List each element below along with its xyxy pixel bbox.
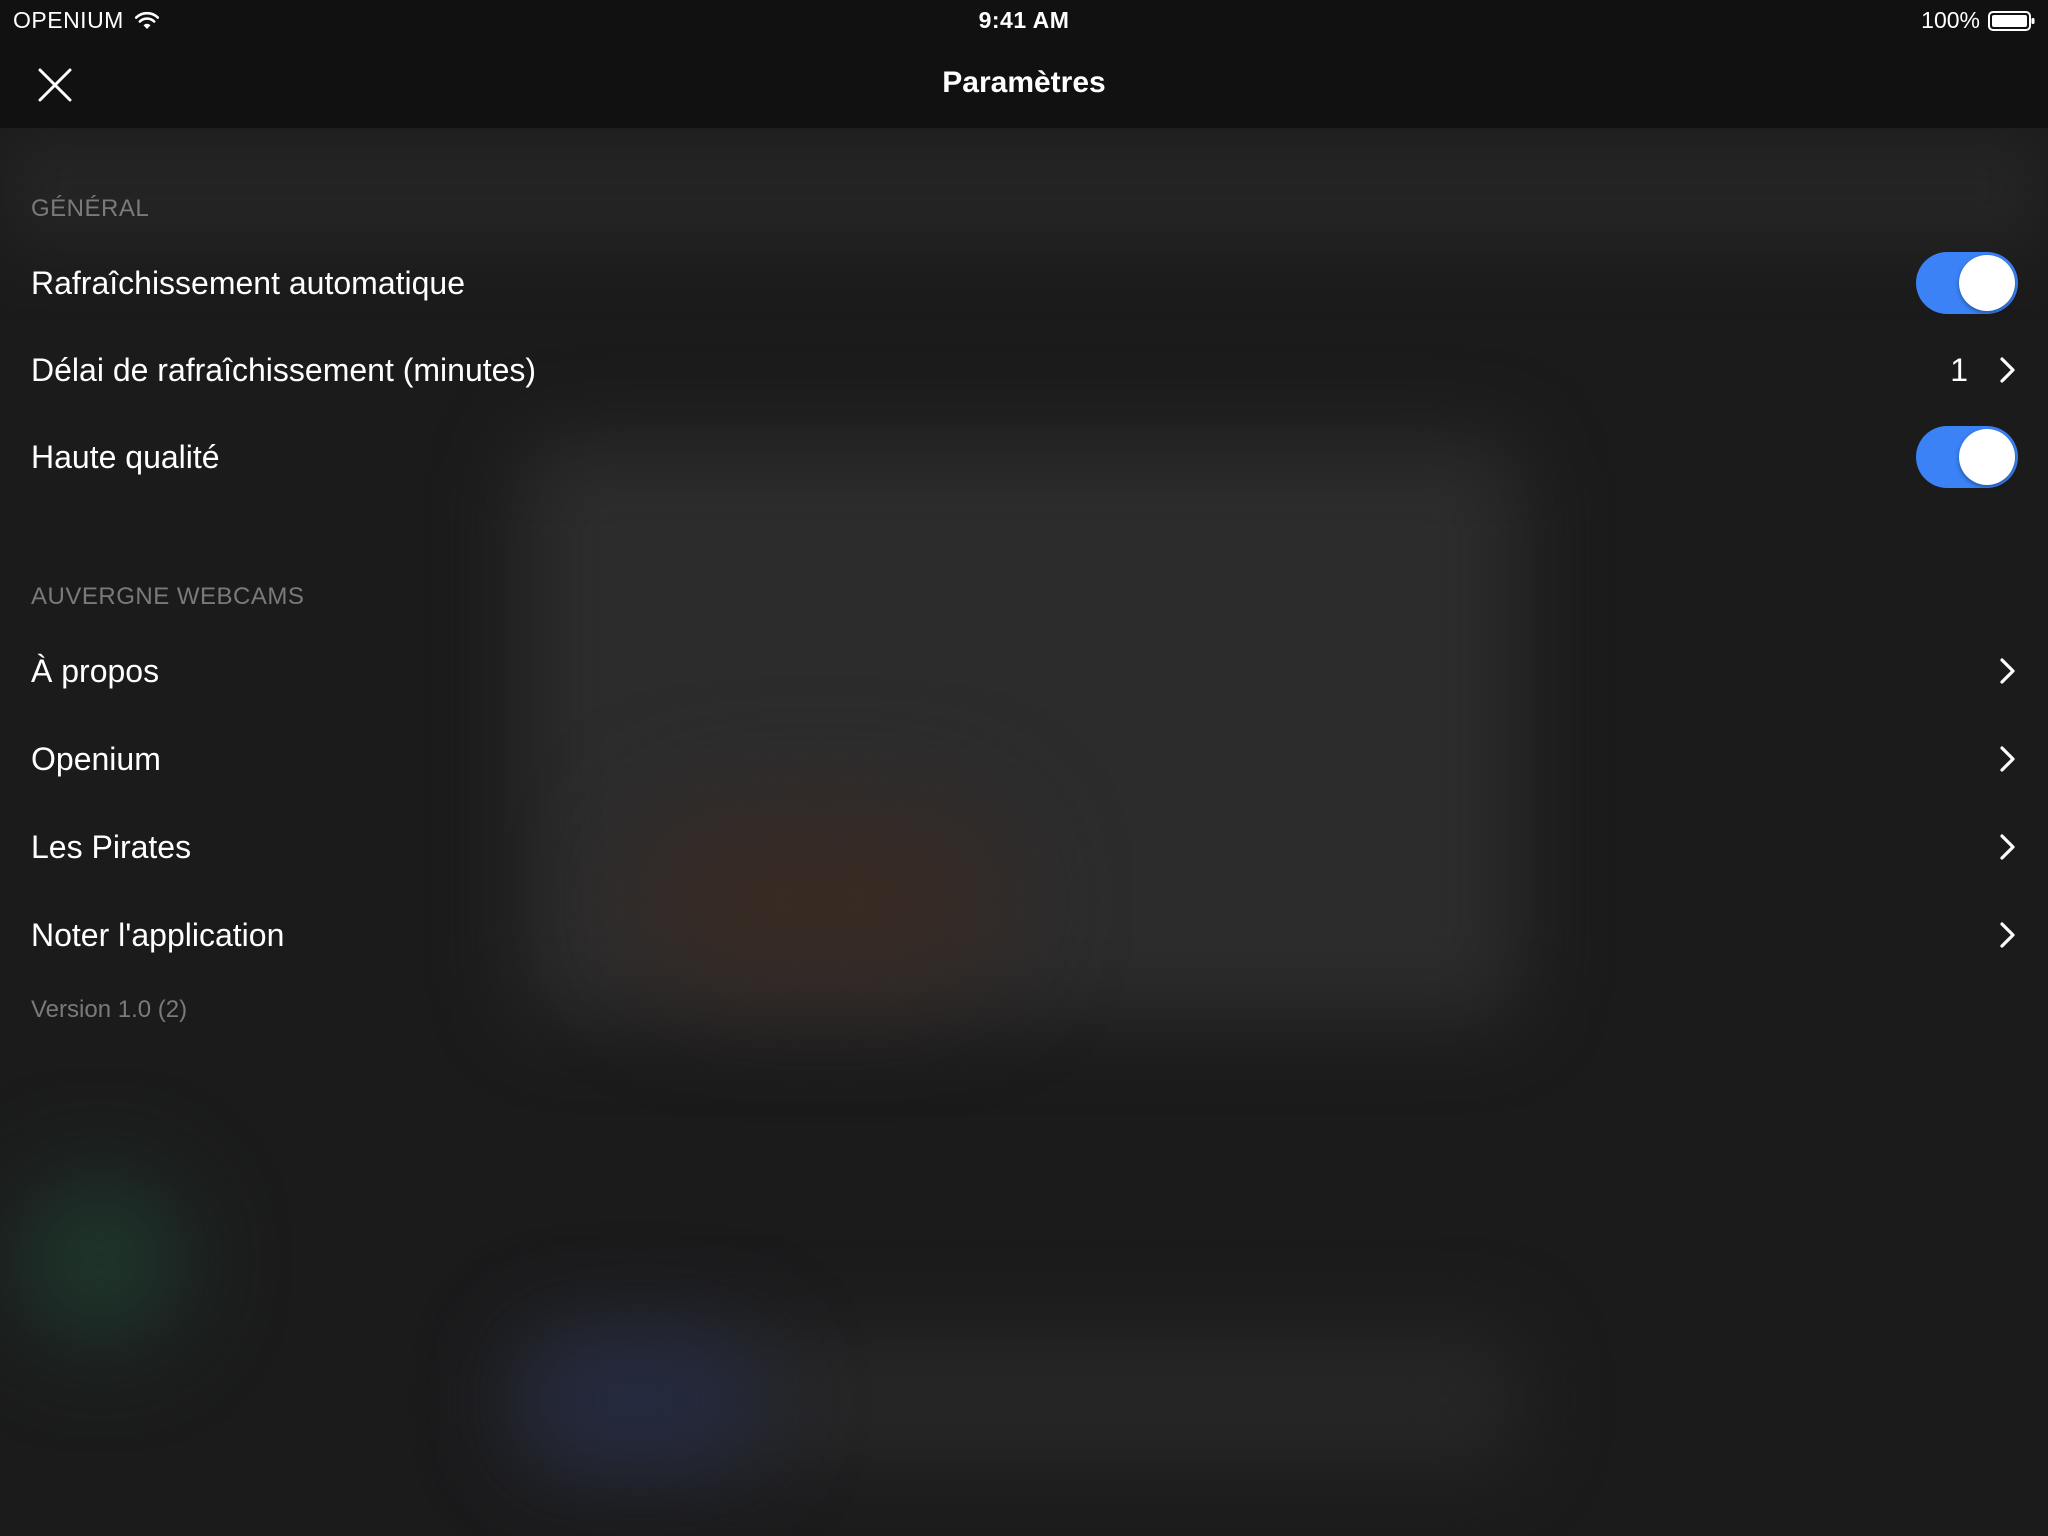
auto-refresh-row: Rafraîchissement automatique	[0, 240, 2048, 326]
settings-list: GÉNÉRAL Rafraîchissement automatique Dél…	[0, 128, 2048, 1536]
toggle-knob	[1959, 255, 2015, 311]
list-item-rate-app[interactable]: Noter l'application	[0, 892, 2048, 978]
chevron-right-icon	[2000, 746, 2015, 772]
high-quality-label: Haute qualité	[31, 438, 220, 475]
settings-screen: OPENIUM 9:41 AM 100% Paramètres GÉNÉRAL …	[0, 0, 2048, 1536]
chevron-right-icon	[2000, 922, 2015, 948]
chevron-right-icon	[2000, 357, 2015, 383]
auto-refresh-label: Rafraîchissement automatique	[31, 264, 465, 301]
refresh-delay-label: Délai de rafraîchissement (minutes)	[31, 351, 537, 388]
refresh-delay-value: 1	[1950, 351, 1968, 388]
refresh-delay-row[interactable]: Délai de rafraîchissement (minutes) 1	[0, 327, 2048, 413]
battery-percent: 100%	[1921, 7, 1980, 33]
chevron-right-icon	[2000, 658, 2015, 684]
status-time: 9:41 AM	[978, 7, 1070, 33]
les-pirates-label: Les Pirates	[31, 828, 192, 865]
openium-label: Openium	[31, 740, 161, 777]
toggle-knob	[1959, 429, 2015, 485]
list-item-les-pirates[interactable]: Les Pirates	[0, 804, 2048, 890]
version-label: Version 1.0 (2)	[31, 996, 188, 1023]
section-header-about: AUVERGNE WEBCAMS	[31, 583, 305, 610]
status-bar: OPENIUM 9:41 AM 100%	[0, 0, 2048, 40]
page-title: Paramètres	[942, 66, 1106, 99]
battery-icon	[1988, 10, 2035, 31]
auto-refresh-toggle[interactable]	[1916, 252, 2018, 314]
status-right: 100%	[1921, 7, 2036, 34]
rate-app-label: Noter l'application	[31, 916, 285, 953]
list-item-about[interactable]: À propos	[0, 628, 2048, 714]
high-quality-toggle[interactable]	[1916, 426, 2018, 488]
section-header-general: GÉNÉRAL	[31, 195, 150, 222]
list-item-openium[interactable]: Openium	[0, 716, 2048, 802]
chevron-right-icon	[2000, 834, 2015, 860]
navigation-bar: Paramètres	[0, 40, 2048, 128]
about-label: À propos	[31, 652, 160, 689]
high-quality-row: Haute qualité	[0, 414, 2048, 500]
